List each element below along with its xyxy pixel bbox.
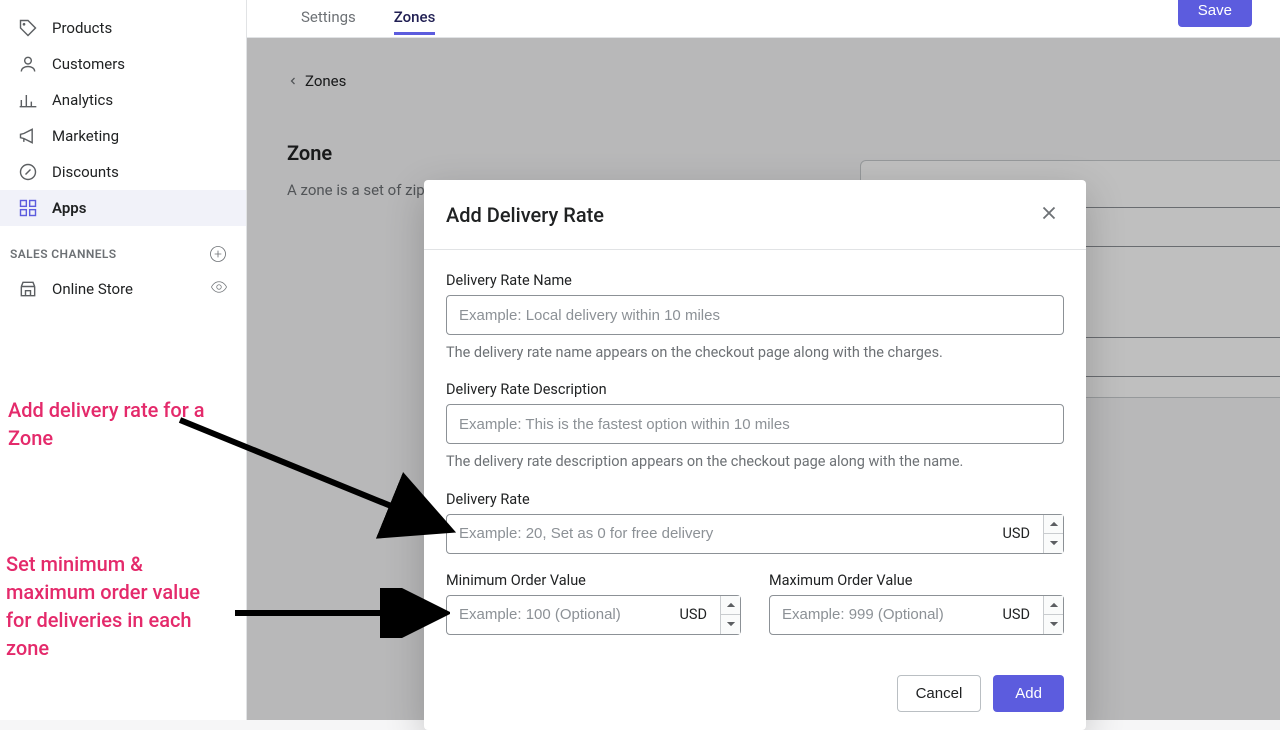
min-order-label: Minimum Order Value (446, 572, 741, 589)
tab-settings[interactable]: Settings (301, 0, 356, 35)
megaphone-icon (18, 126, 38, 146)
nav-products[interactable]: Products (0, 10, 246, 46)
nav-label: Analytics (52, 91, 113, 109)
nav-marketing[interactable]: Marketing (0, 118, 246, 154)
nav-online-store[interactable]: Online Store (0, 270, 246, 308)
bar-chart-icon (18, 90, 38, 110)
chevron-up-icon (1050, 601, 1058, 609)
cancel-button[interactable]: Cancel (897, 675, 982, 712)
min-step-up[interactable] (721, 596, 740, 616)
annotation-2: Set minimum & maximum order value for de… (6, 550, 226, 662)
close-button[interactable] (1034, 198, 1064, 231)
arrow-1 (170, 400, 460, 540)
modal-header: Add Delivery Rate (424, 180, 1086, 250)
nav-customers[interactable]: Customers (0, 46, 246, 82)
max-step-down[interactable] (1044, 615, 1063, 634)
max-order-input[interactable] (769, 595, 1064, 635)
chevron-down-icon (1050, 539, 1058, 547)
nav-label: Marketing (52, 127, 119, 145)
person-icon (18, 54, 38, 74)
nav-label: Apps (52, 199, 86, 217)
chevron-up-icon (727, 601, 735, 609)
nav-discounts[interactable]: Discounts (0, 154, 246, 190)
rate-stepper (1043, 515, 1063, 553)
add-delivery-rate-modal: Add Delivery Rate Delivery Rate Name The… (424, 180, 1086, 730)
min-stepper (720, 596, 740, 634)
chevron-down-icon (1050, 620, 1058, 628)
rate-step-up[interactable] (1044, 515, 1063, 535)
save-button[interactable]: Save (1178, 0, 1252, 27)
grid-icon (18, 198, 38, 218)
arrow-2 (230, 588, 450, 638)
close-icon (1038, 202, 1060, 224)
discount-icon (18, 162, 38, 182)
rate-step-down[interactable] (1044, 534, 1063, 553)
nav-label: Products (52, 19, 112, 37)
section-title: SALES CHANNELS (10, 247, 117, 261)
max-stepper (1043, 596, 1063, 634)
chevron-down-icon (727, 620, 735, 628)
tab-zones[interactable]: Zones (394, 0, 436, 35)
rate-label: Delivery Rate (446, 491, 1064, 508)
add-channel-icon[interactable] (208, 244, 228, 264)
modal-footer: Cancel Add (424, 657, 1086, 730)
add-button[interactable]: Add (993, 675, 1064, 712)
modal-body: Delivery Rate Name The delivery rate nam… (424, 250, 1086, 657)
store-icon (18, 279, 38, 299)
header-bar: Settings Zones Save (247, 0, 1280, 38)
nav-label: Customers (52, 55, 125, 73)
rate-input[interactable] (446, 514, 1064, 554)
nav-label: Discounts (52, 163, 119, 181)
rate-desc-label: Delivery Rate Description (446, 381, 1064, 398)
rate-desc-help: The delivery rate description appears on… (446, 452, 1064, 472)
rate-name-input[interactable] (446, 295, 1064, 335)
rate-input-wrap: USD (446, 514, 1064, 554)
max-step-up[interactable] (1044, 596, 1063, 616)
section-sales-channels: SALES CHANNELS (0, 226, 246, 270)
nav-label: Online Store (52, 280, 133, 298)
tag-icon (18, 18, 38, 38)
rate-name-label: Delivery Rate Name (446, 272, 1064, 289)
min-order-wrap: USD (446, 595, 741, 635)
max-order-wrap: USD (769, 595, 1064, 635)
rate-name-help: The delivery rate name appears on the ch… (446, 343, 1064, 363)
nav-analytics[interactable]: Analytics (0, 82, 246, 118)
max-order-label: Maximum Order Value (769, 572, 1064, 589)
nav-apps[interactable]: Apps (0, 190, 246, 226)
rate-desc-input[interactable] (446, 404, 1064, 444)
min-order-input[interactable] (446, 595, 741, 635)
min-step-down[interactable] (721, 615, 740, 634)
preview-icon[interactable] (210, 278, 228, 300)
modal-title: Add Delivery Rate (446, 203, 604, 227)
chevron-up-icon (1050, 520, 1058, 528)
